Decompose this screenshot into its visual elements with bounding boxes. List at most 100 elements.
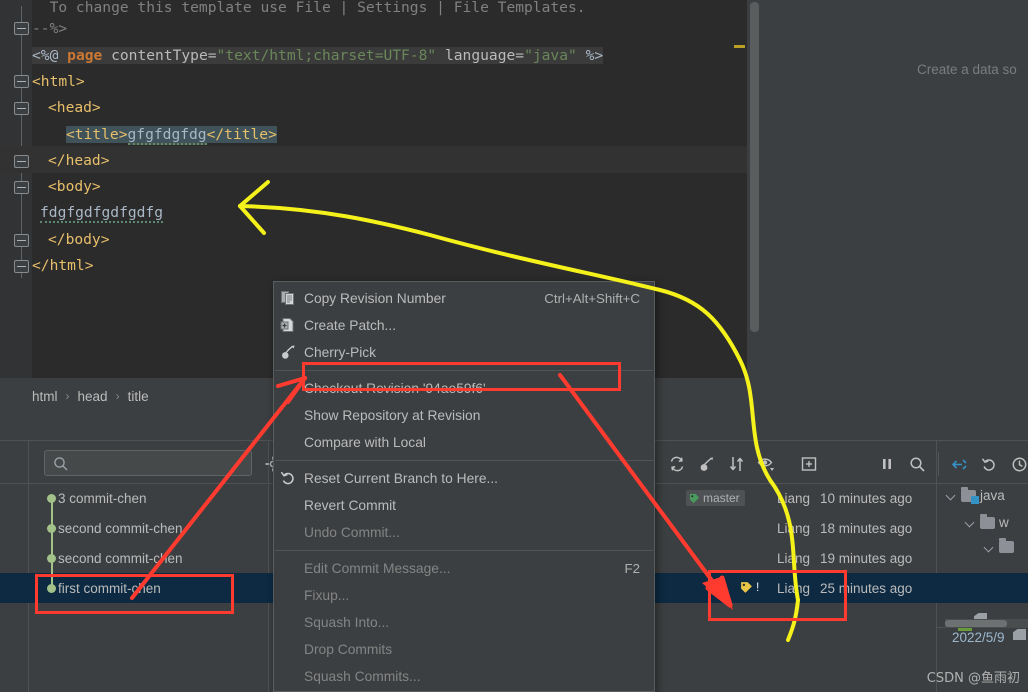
code-token-jsp-close: %> [576,47,604,64]
breadcrumb-item-head[interactable]: head [78,389,108,404]
menu-item-label: Drop Commits [304,642,393,657]
search-icon-toolbar[interactable] [902,452,932,476]
pause-icon[interactable] [872,452,902,476]
stash-tag[interactable]: ! [740,580,759,594]
menu-item-revert-commit[interactable]: Revert Commit [274,492,654,519]
editor-scrollbar-thumb[interactable] [750,2,759,332]
menu-item-copy-revision-number[interactable]: Copy Revision Number Ctrl+Alt+Shift+C [274,285,654,312]
commit-subject: 3 commit-chen [58,490,147,506]
refresh-icon[interactable] [662,452,692,476]
csdn-watermark: CSDN @鱼雨初 [927,667,1020,686]
details-horizontal-scrollbar[interactable] [945,619,1028,628]
tree-node-java[interactable]: java [946,486,1005,504]
tree-node-nested[interactable] [984,538,1014,553]
code-token-jsp-open: <%@ [32,47,68,64]
commit-subject: second commit-chen [58,520,183,536]
commit-context-menu[interactable]: Copy Revision Number Ctrl+Alt+Shift+C Cr… [273,281,655,692]
fold-marker-head-close[interactable] [14,155,29,168]
breadcrumb-item-title[interactable]: title [128,389,149,404]
collapse-icon[interactable] [944,452,974,476]
fold-marker-html-close[interactable] [14,260,29,273]
code-line-6: <title>gfgfdgfdg</title> [32,122,747,149]
menu-item-checkout-revision[interactable]: Checkout Revision '94ae59f6' [274,375,654,402]
folder-icon [980,513,995,529]
git-toolbar-right-b [944,452,1028,476]
menu-item-fixup[interactable]: Fixup... [274,582,654,609]
menu-separator-2 [275,460,653,461]
chevron-down-icon[interactable] [984,542,995,553]
commit-author: Liang [776,490,810,506]
menu-item-label: Cherry-Pick [304,345,377,360]
breadcrumb-separator-2: › [115,389,120,403]
branch-tag-label: master [703,491,740,505]
menu-item-squash-commits[interactable]: Squash Commits... [274,663,654,690]
commit-author: Liang [776,550,810,566]
commit-detail-date: 2022/5/9 [952,630,1005,645]
commit-date: 25 minutes ago [820,580,913,596]
code-token-title-open: <title> [66,126,128,143]
commit-search-input[interactable] [44,450,252,476]
revert-icon[interactable] [974,452,1004,476]
editor-scrollbar[interactable] [747,0,761,378]
fold-marker-head[interactable] [14,102,29,115]
chevron-down-icon[interactable] [946,490,957,501]
sort-icon[interactable] [722,452,752,476]
chevron-down-icon[interactable] [965,517,976,528]
tag-icon [689,493,700,503]
menu-item-edit-commit-message[interactable]: Edit Commit Message... F2 [274,555,654,582]
eye-icon[interactable] [752,452,782,476]
fold-marker-comment[interactable] [14,22,29,35]
patch-icon [280,317,298,335]
git-toolbar-center [662,452,824,476]
database-tool-window: Create a data so [769,0,1028,378]
menu-item-label: Copy Revision Number [304,291,446,306]
tree-node-w[interactable]: w [965,513,1009,530]
menu-item-label: Revert Commit [304,498,396,513]
git-toolbar-right-a [872,452,932,476]
changed-files-tree[interactable]: java w H [938,483,1028,640]
code-token-page-kw: page [67,47,103,64]
editor-warning-marker[interactable] [734,45,745,48]
menu-item-compare-with-local[interactable]: Compare with Local [274,429,654,456]
code-token-body-close: </body> [48,231,110,248]
menu-item-squash-into[interactable]: Squash Into... [274,609,654,636]
menu-item-show-repository-at-revision[interactable]: Show Repository at Revision [274,402,654,429]
code-line-5: <head> [32,95,747,122]
search-icon [53,456,69,472]
menu-item-label: Fixup... [304,588,350,603]
menu-item-create-patch[interactable]: Create Patch... [274,312,654,339]
code-token-title-close: </title> [206,126,277,143]
menu-item-drop-commits[interactable]: Drop Commits [274,636,654,663]
code-token-title-text: gfgfdgfdg [127,126,207,145]
cherry-pick-icon [280,344,298,362]
cherry-pick-icon[interactable] [692,452,722,476]
commit-graph [38,573,60,603]
fold-marker-html[interactable] [14,75,29,88]
source-folder-icon [961,486,979,504]
menu-item-label: Checkout Revision '94ae59f6' [304,381,486,396]
branch-tag-master[interactable]: master [686,490,745,506]
stash-tag-label: ! [756,580,760,594]
menu-item-label: Edit Commit Message... [304,561,451,576]
menu-item-label: Create Patch... [304,318,397,333]
menu-item-label: Squash Commits... [304,669,421,684]
breadcrumb-item-html[interactable]: html [32,389,58,404]
code-token-comment: To change this template use File | Setti… [32,0,586,16]
code-token-attr-language: language= [436,47,525,64]
commit-date: 10 minutes ago [820,490,913,506]
menu-item-undo-commit[interactable]: Undo Commit... [274,519,654,546]
copy-icon [280,290,298,308]
add-tab-icon[interactable] [794,452,824,476]
menu-item-label: Compare with Local [304,435,426,450]
menu-item-cherry-pick[interactable]: Cherry-Pick [274,339,654,366]
fold-marker-body[interactable] [14,181,29,194]
menu-item-label: Squash Into... [304,615,390,630]
menu-item-label: Undo Commit... [304,525,400,540]
commit-graph [38,513,60,543]
history-icon[interactable] [1004,452,1028,476]
fold-marker-body-close[interactable] [14,234,29,247]
menu-item-label: Reset Current Branch to Here... [304,471,499,486]
code-token-head-close: </head> [48,152,110,169]
menu-item-reset-current-branch[interactable]: Reset Current Branch to Here... [274,465,654,492]
menu-separator-3 [275,550,653,551]
